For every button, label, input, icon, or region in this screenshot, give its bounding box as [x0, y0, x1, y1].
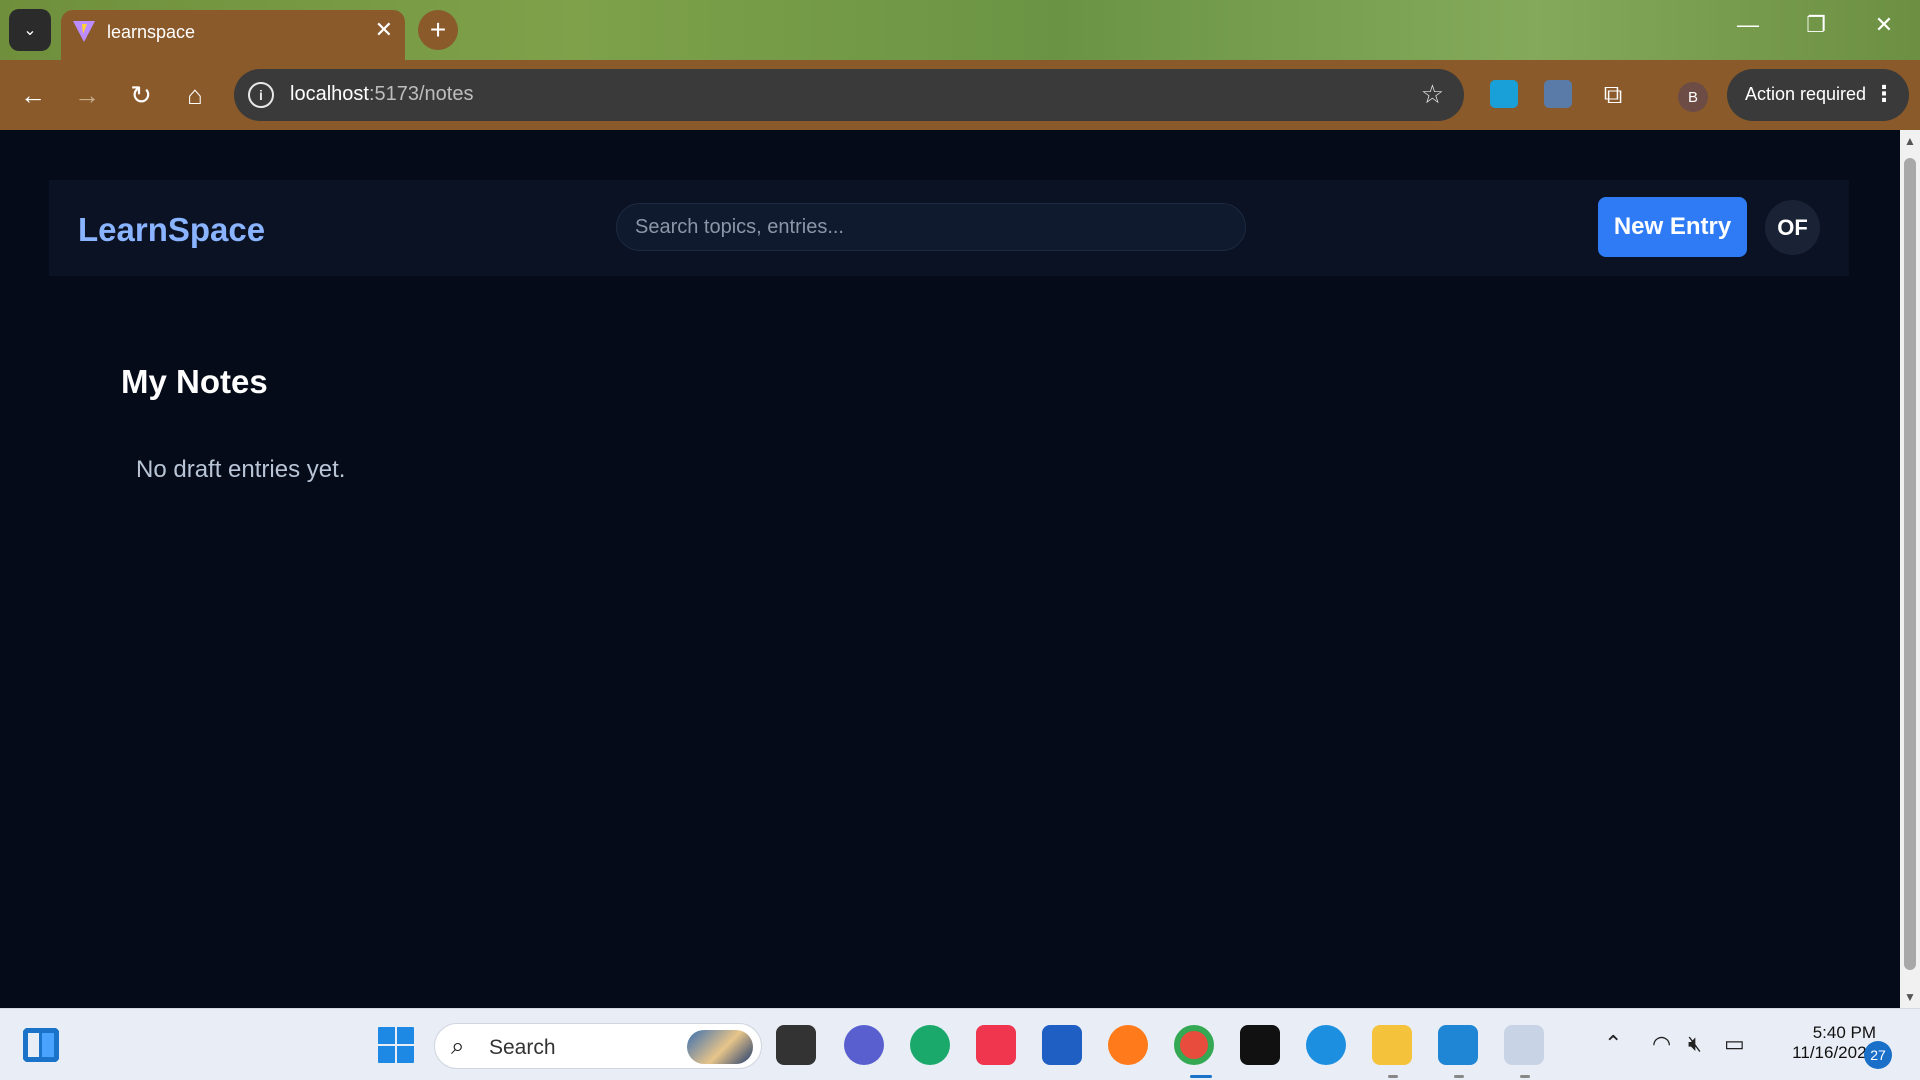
extension-diamond-icon[interactable]	[1490, 80, 1518, 108]
url-host: localhost	[290, 83, 369, 105]
user-avatar[interactable]: OF	[1765, 200, 1820, 255]
extension-book-icon[interactable]	[1544, 80, 1572, 108]
back-arrow-icon[interactable]: ←	[18, 80, 48, 110]
clock-date: 11/16/2025	[1792, 1043, 1876, 1062]
scroll-up-icon[interactable]: ▲	[1904, 134, 1916, 148]
tab-title: learnspace	[107, 22, 196, 42]
extensions-puzzle-icon[interactable]: ⧉	[1598, 79, 1628, 110]
forward-arrow-icon[interactable]: →	[72, 80, 102, 110]
taskbar-search-label: Search	[489, 1036, 556, 1059]
minimize-icon[interactable]: —	[1728, 12, 1768, 38]
browser-tabstrip: ⌄ learnspace ✕ + — ❐ ✕	[0, 0, 1920, 60]
taskbar-search[interactable]: ⌕ Search	[434, 1023, 762, 1069]
windows-taskbar: ⌕ Search ⌃ ◠ 🔇︎ ▭ 5:40 PM 11/16/2025 27	[0, 1008, 1920, 1080]
profile-avatar[interactable]: B	[1678, 82, 1708, 112]
search-icon: ⌕	[451, 1033, 465, 1060]
page-viewport: LearnSpace New Entry OF My Notes No draf…	[0, 130, 1900, 1008]
running-app-indicator	[1454, 1075, 1464, 1078]
windows-start-icon[interactable]	[376, 1025, 416, 1065]
action-required-button[interactable]: Action required ⋮	[1727, 69, 1909, 121]
store-icon[interactable]	[1042, 1025, 1082, 1065]
snipping-tool-icon[interactable]	[1504, 1025, 1544, 1065]
task-view-icon[interactable]	[776, 1025, 816, 1065]
jetbrains-icon[interactable]	[1240, 1025, 1280, 1065]
notification-badge[interactable]: 27	[1864, 1041, 1892, 1069]
address-bar[interactable]: i localhost:5173/notes ☆	[234, 69, 1464, 121]
close-tab-icon[interactable]: ✕	[375, 18, 393, 42]
reload-icon[interactable]: ↻	[126, 80, 156, 110]
browser-tab-learnspace[interactable]: learnspace ✕	[61, 10, 405, 60]
new-tab-button[interactable]: +	[418, 10, 458, 50]
empty-state-message: No draft entries yet.	[136, 456, 346, 483]
taskbar-clock[interactable]: 5:40 PM 11/16/2025	[1768, 1023, 1876, 1063]
widgets-icon[interactable]	[22, 1027, 60, 1063]
battery-icon[interactable]: ▭	[1724, 1031, 1745, 1057]
docker-icon[interactable]	[1306, 1025, 1346, 1065]
brand-logo[interactable]: LearnSpace	[78, 211, 265, 249]
music-icon[interactable]	[976, 1025, 1016, 1065]
volume-muted-icon[interactable]: 🔇︎	[1688, 1031, 1702, 1057]
close-window-icon[interactable]: ✕	[1864, 12, 1904, 38]
bookmark-star-icon[interactable]: ☆	[1421, 79, 1444, 110]
show-hidden-icons-chevron-icon[interactable]: ⌃	[1604, 1031, 1622, 1057]
running-app-indicator	[1388, 1075, 1398, 1078]
file-explorer-icon[interactable]	[1372, 1025, 1412, 1065]
active-app-indicator	[1190, 1075, 1212, 1078]
running-app-indicator	[1520, 1075, 1530, 1078]
chevron-down-icon: ⌄	[23, 22, 37, 39]
firefox-icon[interactable]	[1108, 1025, 1148, 1065]
home-icon[interactable]: ⌂	[180, 80, 210, 110]
scroll-thumb[interactable]	[1904, 158, 1916, 970]
more-menu-icon: ⋮	[1873, 81, 1895, 106]
url-path: :5173/notes	[368, 83, 474, 105]
browser-toolbar: ← → ↻ ⌂ i localhost:5173/notes ☆ ⧉ B Act…	[0, 60, 1920, 130]
vite-icon	[73, 21, 95, 42]
page-title: My Notes	[121, 363, 268, 400]
chat-icon[interactable]	[844, 1025, 884, 1065]
restore-icon[interactable]: ❐	[1796, 12, 1836, 38]
vscode-icon[interactable]	[1438, 1025, 1478, 1065]
url-text[interactable]: localhost:5173/notes	[290, 83, 473, 106]
scroll-down-icon[interactable]: ▼	[1904, 990, 1916, 1004]
app-header: LearnSpace New Entry OF	[49, 180, 1849, 276]
search-highlight-image	[687, 1030, 753, 1064]
chrome-icon[interactable]	[1174, 1025, 1214, 1065]
new-entry-button[interactable]: New Entry	[1598, 197, 1747, 257]
action-required-label: Action required	[1745, 84, 1867, 104]
site-info-icon[interactable]: i	[248, 82, 274, 108]
tab-search-button[interactable]: ⌄	[9, 9, 51, 51]
wifi-icon[interactable]: ◠	[1652, 1031, 1671, 1057]
page-scrollbar[interactable]: ▲ ▼	[1900, 130, 1920, 1008]
search-input[interactable]	[616, 203, 1246, 251]
clock-time: 5:40 PM	[1812, 1023, 1876, 1042]
edge-icon[interactable]	[910, 1025, 950, 1065]
